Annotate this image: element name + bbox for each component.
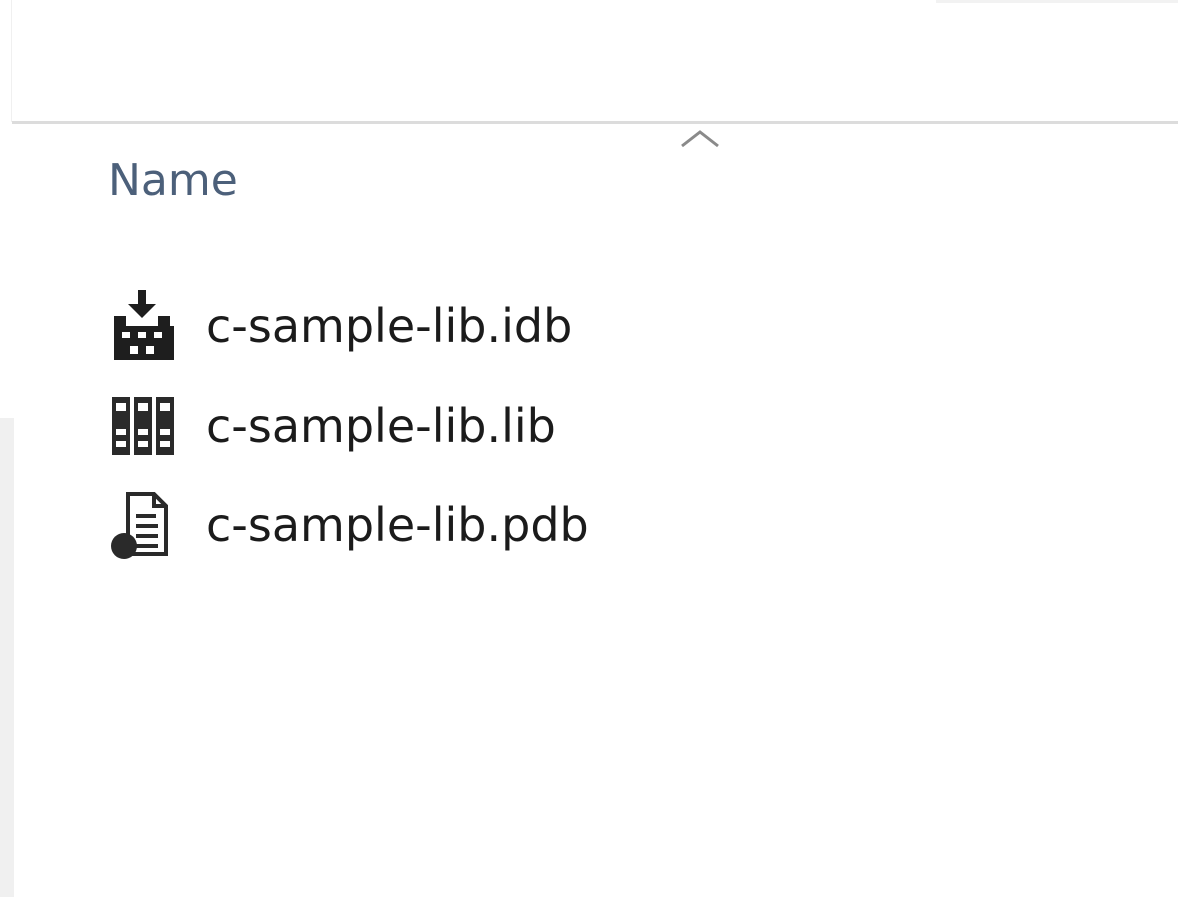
pdb-file-icon: [108, 485, 188, 565]
file-row[interactable]: c-sample-lib.lib: [108, 383, 556, 469]
sort-ascending-icon[interactable]: [680, 128, 720, 150]
header-separator: [12, 121, 1178, 124]
navigation-pane-edge-lower: [0, 418, 14, 897]
file-name: c-sample-lib.pdb: [206, 498, 589, 552]
column-header-name[interactable]: Name: [108, 155, 238, 206]
toolbar-corner: [936, 0, 1178, 3]
toolbar-area: [0, 0, 1178, 122]
file-name: c-sample-lib.lib: [206, 399, 556, 453]
lib-file-icon: [108, 386, 188, 466]
toolbar-panel: [11, 0, 1178, 122]
file-row[interactable]: c-sample-lib.idb: [108, 283, 572, 369]
idb-file-icon: [108, 286, 188, 366]
file-name: c-sample-lib.idb: [206, 299, 573, 353]
file-row[interactable]: c-sample-lib.pdb: [108, 482, 589, 568]
